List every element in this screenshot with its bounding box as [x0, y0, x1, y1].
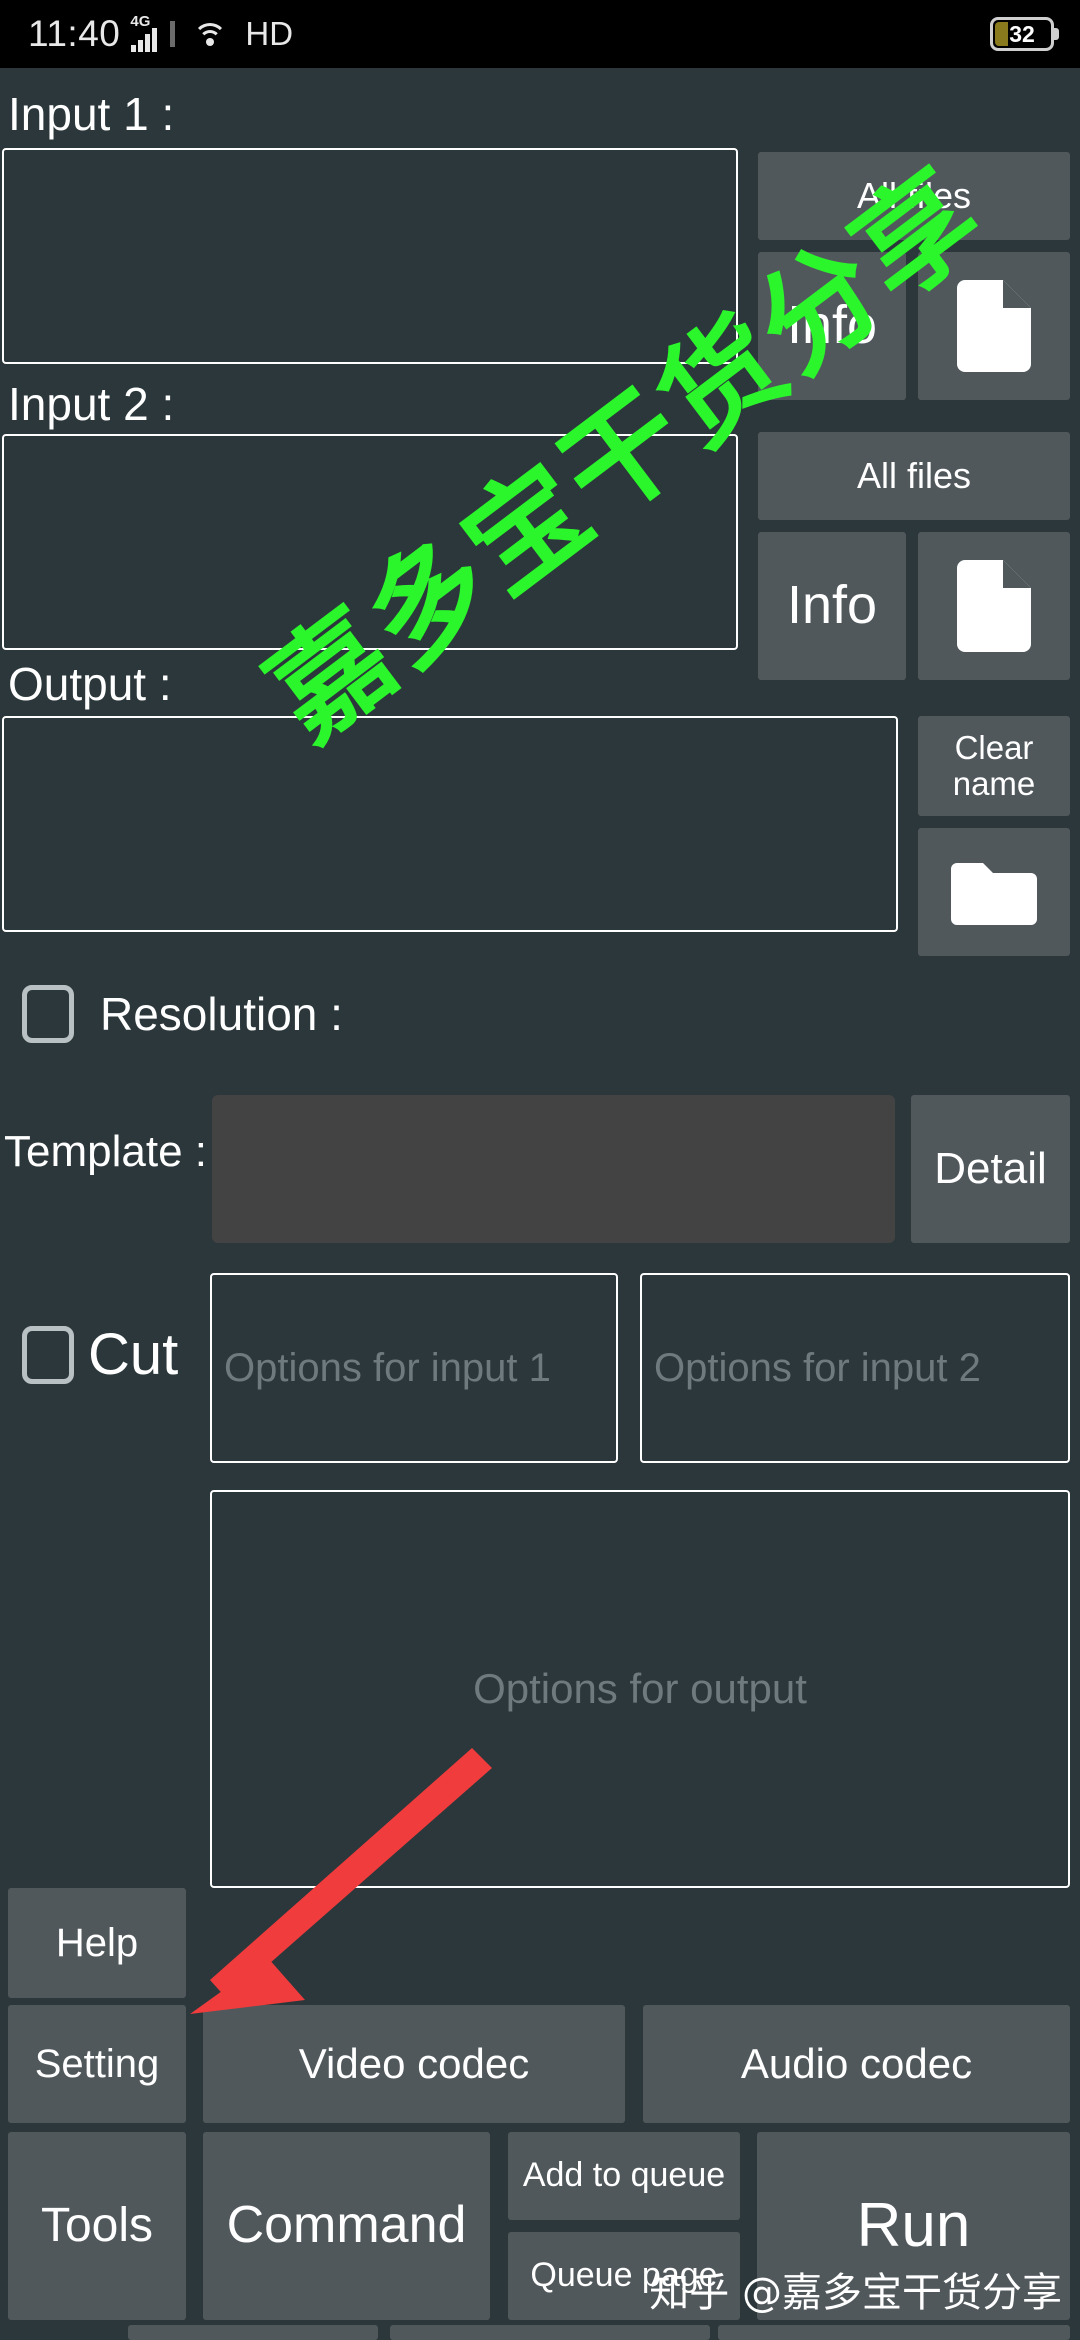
setting-button[interactable]: Setting [8, 2005, 186, 2123]
battery-icon: 32 [990, 17, 1054, 51]
cut-row[interactable]: Cut [22, 1322, 179, 1387]
options-input1-field[interactable]: Options for input 1 [210, 1273, 618, 1463]
output-field[interactable] [2, 716, 898, 932]
output-label: Output : [8, 658, 172, 710]
input1-field[interactable] [2, 148, 738, 364]
battery-level: 32 [1009, 20, 1035, 47]
document-icon [957, 280, 1031, 372]
options-input1-placeholder: Options for input 1 [224, 1345, 551, 1390]
input2-pick-file-button[interactable] [918, 532, 1070, 680]
input1-pick-file-button[interactable] [918, 252, 1070, 400]
input2-all-files-button[interactable]: All files [758, 432, 1070, 520]
tools-button[interactable]: Tools [8, 2132, 186, 2320]
video-codec-button[interactable]: Video codec [203, 2005, 625, 2123]
network-type-label: 4G [130, 13, 151, 30]
template-detail-button[interactable]: Detail [911, 1095, 1070, 1243]
input2-label: Input 2 : [8, 378, 175, 430]
output-browse-button[interactable] [918, 828, 1070, 956]
resolution-label: Resolution : [100, 987, 343, 1040]
options-input2-field[interactable]: Options for input 2 [640, 1273, 1070, 1463]
audio-codec-button[interactable]: Audio codec [643, 2005, 1070, 2123]
cut-label: Cut [88, 1322, 179, 1387]
resolution-row[interactable]: Resolution : [22, 985, 343, 1043]
bottom-partial-button-2[interactable] [390, 2325, 710, 2340]
bottom-partial-button-1[interactable] [128, 2325, 378, 2340]
status-bar: 11:40 4G HD 32 [0, 0, 1080, 68]
options-input2-placeholder: Options for input 2 [654, 1345, 981, 1390]
input2-info-button[interactable]: Info [758, 532, 906, 680]
clear-name-button[interactable]: Clear name [918, 716, 1070, 816]
bottom-partial-button-3[interactable] [718, 2325, 1070, 2340]
input1-all-files-button[interactable]: All files [758, 152, 1070, 240]
input1-label: Input 1 : [8, 88, 175, 140]
folder-icon [951, 859, 1037, 925]
document-icon [957, 560, 1031, 652]
wifi-icon [193, 21, 228, 47]
input2-field[interactable] [2, 434, 738, 650]
signal-icon: 4G [130, 13, 158, 52]
status-time: 11:40 [28, 13, 121, 54]
app-screen: 11:40 4G HD 32 Input 1 : All files Info [0, 0, 1080, 2340]
status-bar-right: 32 [990, 17, 1080, 51]
hd-indicator: HD [245, 15, 294, 52]
template-select[interactable] [212, 1095, 895, 1243]
template-label: Template : [4, 1127, 207, 1176]
options-output-field[interactable]: Options for output [210, 1490, 1070, 1888]
zhihu-watermark: 知乎 @嘉多宝干货分享 [649, 2270, 1062, 2316]
status-bar-left: 11:40 4G HD [0, 13, 293, 55]
help-button[interactable]: Help [8, 1888, 186, 1998]
command-button[interactable]: Command [203, 2132, 490, 2320]
options-output-placeholder: Options for output [473, 1665, 807, 1712]
resolution-checkbox[interactable] [22, 985, 74, 1043]
cut-checkbox[interactable] [22, 1326, 74, 1385]
input1-info-button[interactable]: Info [758, 252, 906, 400]
signal-bar-secondary [170, 21, 176, 47]
battery-fill [995, 22, 1008, 46]
add-to-queue-button[interactable]: Add to queue [508, 2132, 740, 2220]
